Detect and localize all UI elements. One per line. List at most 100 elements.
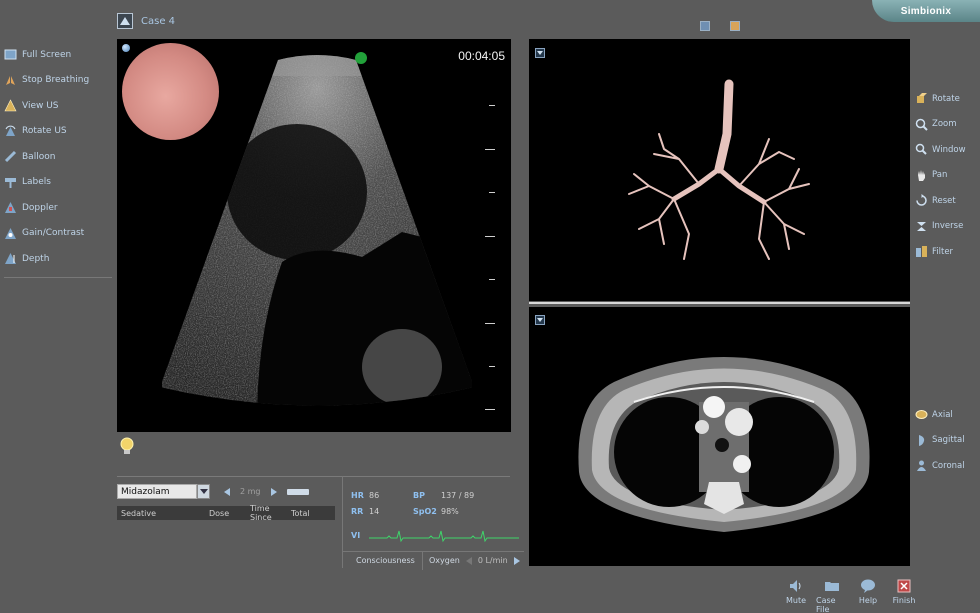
view-coronal[interactable]: Coronal [915, 453, 977, 479]
drug-dropdown[interactable]: Midazolam [117, 484, 197, 499]
menu-depth[interactable]: Depth [4, 246, 112, 272]
hr-value: 86 [369, 491, 380, 500]
dropdown-arrow-icon[interactable] [197, 484, 210, 499]
drug-select-row: Midazolam 2 mg [117, 484, 335, 499]
help-button[interactable]: Help [852, 578, 884, 613]
speaker-icon [790, 580, 801, 592]
inverse-icon [917, 221, 926, 231]
coronal-icon [917, 460, 926, 472]
column-sedative: Sedative [121, 508, 156, 518]
tool-rotate[interactable]: Rotate [915, 86, 977, 112]
spo2-value: 98% [441, 507, 459, 516]
dose-increase-icon[interactable] [270, 487, 277, 496]
view-sagittal[interactable]: Sagittal [915, 428, 977, 454]
depth-tick [485, 236, 495, 237]
menu-full-screen[interactable]: Full Screen [4, 42, 112, 68]
menu-divider [4, 276, 112, 278]
oxygen-control: Oxygen 0 L/min [422, 551, 520, 570]
tool-reset[interactable]: Reset [915, 188, 977, 214]
tool-inverse[interactable]: Inverse [915, 214, 977, 240]
view-menu-icon[interactable] [535, 48, 545, 58]
finish-button[interactable]: Finish [888, 578, 920, 613]
spo2-label: SpO2 [413, 507, 437, 516]
drug-panel: Midazolam 2 mg Sedative Dose Time Since … [117, 484, 335, 522]
oxygen-label: Oxygen [429, 556, 460, 565]
case-file-label: Case File [816, 596, 836, 613]
menu-view-us[interactable]: View US [4, 93, 112, 119]
depth-tick [485, 409, 495, 410]
menu-label: Labels [22, 177, 51, 188]
menu-gain-contrast[interactable]: Gain/Contrast [4, 221, 112, 247]
tool-pan[interactable]: Pan [915, 163, 977, 189]
simbionix-logo: Simbionix [872, 0, 980, 22]
menu-doppler[interactable]: Doppler [4, 195, 112, 221]
tool-label: Window [932, 144, 966, 155]
menu-balloon[interactable]: Balloon [4, 144, 112, 170]
menu-labels[interactable]: Labels [4, 170, 112, 196]
vi-label: VI [351, 531, 361, 540]
depth-tick [485, 323, 495, 324]
ultrasound-view[interactable]: 00:04:05 [117, 39, 511, 432]
rr-value: 14 [369, 507, 380, 516]
ecg-row: VI [343, 529, 524, 542]
menu-rotate-us[interactable]: Rotate US [4, 119, 112, 145]
ct-slice-image [578, 357, 870, 532]
consciousness-label: Consciousness [356, 556, 415, 565]
menu-label: Stop Breathing [22, 75, 90, 86]
bronchial-tree-image [628, 79, 810, 260]
airway-3d-view[interactable] [529, 39, 910, 301]
syringe-icon[interactable] [286, 488, 309, 495]
us-indicator-icon [122, 44, 130, 52]
tool-window[interactable]: Window [915, 137, 977, 163]
depth-icon [5, 253, 16, 265]
lightbulb-icon[interactable] [119, 437, 135, 457]
axial-icon [915, 410, 928, 420]
zoom-icon [915, 118, 928, 131]
balloon-icon [4, 151, 17, 163]
bp-label: BP [413, 491, 425, 500]
view-menu-icon[interactable] [535, 315, 545, 325]
tool-zoom[interactable]: Zoom [915, 112, 977, 138]
doppler-icon [5, 202, 16, 214]
tool-label: Reset [932, 195, 956, 206]
oxygen-decrease-icon[interactable] [465, 556, 472, 565]
depth-tick [485, 149, 495, 150]
column-time-since: Time Since [250, 504, 272, 522]
menu-label: View US [22, 100, 59, 111]
menu-stop-breathing[interactable]: Stop Breathing [4, 68, 112, 94]
case-file-button[interactable]: Case File [816, 578, 848, 613]
tool-label: Inverse [932, 221, 964, 232]
finish-label: Finish [892, 596, 916, 605]
hr-label: HR [351, 491, 364, 500]
case-bar: Case 4 [117, 12, 175, 30]
finish-icon [897, 579, 911, 593]
dose-control: 2 mg [224, 487, 309, 496]
rotate-us-icon [5, 125, 16, 136]
tool-filter[interactable]: Filter [915, 239, 977, 265]
depth-tick [489, 366, 495, 367]
view-axial[interactable]: Axial [915, 402, 977, 428]
layout-single-icon[interactable] [700, 21, 710, 31]
bp-value: 137 / 89 [441, 491, 475, 500]
column-total: Total [291, 508, 310, 518]
layout-split-icon[interactable] [730, 21, 740, 31]
help-label: Help [858, 596, 878, 605]
case-up-icon[interactable] [117, 13, 133, 29]
column-dose: Dose [209, 508, 230, 518]
recording-indicator-icon [355, 52, 367, 64]
ct-axial-view[interactable] [529, 307, 910, 566]
folder-icon [825, 582, 839, 591]
view-label: Sagittal [932, 435, 965, 446]
panel-divider [529, 302, 910, 304]
view-label: Axial [932, 409, 953, 420]
rotate-icon [917, 93, 927, 104]
case-label: Case 4 [141, 15, 176, 27]
window-icon [915, 144, 927, 155]
mute-button[interactable]: Mute [780, 578, 812, 613]
rr-label: RR [351, 507, 364, 516]
menu-label: Gain/Contrast [22, 228, 85, 239]
vitals-row: RR 14 SpO2 98% [343, 505, 524, 518]
oxygen-increase-icon[interactable] [513, 556, 520, 565]
logo-text: Simbionix [900, 5, 952, 17]
dose-decrease-icon[interactable] [224, 487, 230, 496]
